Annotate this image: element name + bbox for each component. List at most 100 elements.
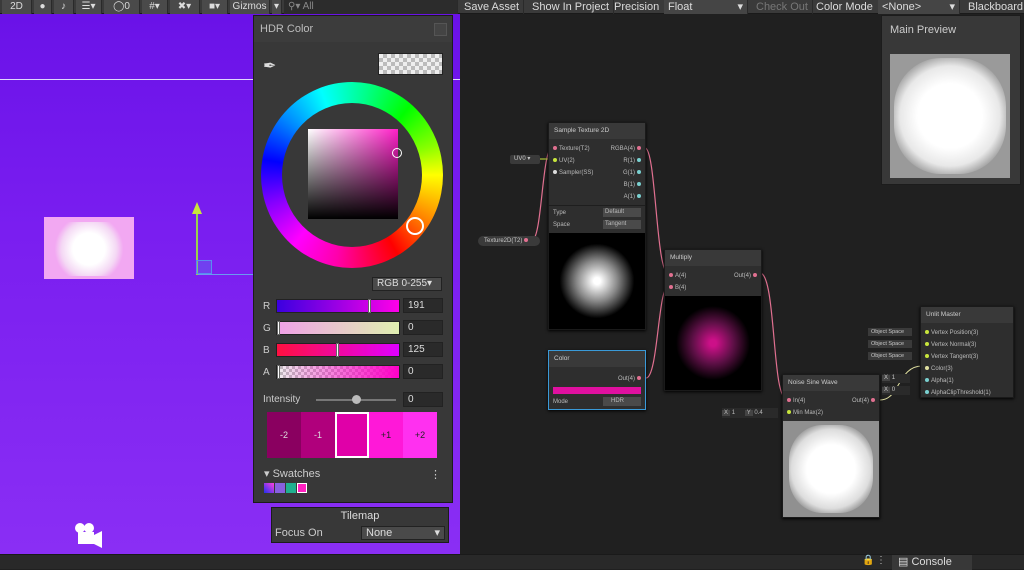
b-slider[interactable] bbox=[276, 343, 400, 357]
swatches-foldout[interactable]: ▾ Swatches bbox=[264, 467, 320, 480]
texture-input-port[interactable]: Texture(T2) bbox=[551, 145, 590, 153]
type-dropdown[interactable]: Default bbox=[603, 208, 641, 217]
eyedropper-icon[interactable]: ✒ bbox=[263, 56, 276, 76]
slider-handle[interactable] bbox=[336, 343, 339, 357]
console-tab[interactable]: ▤ Console bbox=[892, 555, 972, 570]
swatch-item[interactable] bbox=[275, 483, 285, 493]
a-slider[interactable] bbox=[276, 365, 400, 379]
sample-texture-2d-node[interactable]: Sample Texture 2D Texture(T2) UV(2) Samp… bbox=[548, 122, 646, 330]
show-in-project-button[interactable]: Show In Project bbox=[528, 0, 615, 14]
slider-handle[interactable] bbox=[277, 321, 280, 335]
gizmo-plane-handle[interactable] bbox=[196, 260, 212, 274]
search-placeholder: All bbox=[302, 1, 314, 12]
in-input-port[interactable]: In(4) bbox=[785, 397, 805, 405]
camera-dropdown-icon[interactable]: ■▾ bbox=[202, 0, 228, 14]
lock-icon[interactable]: 🔒 bbox=[862, 555, 874, 566]
gizmos-dropdown[interactable]: Gizmos bbox=[230, 0, 270, 14]
audio-toggle-icon[interactable]: ♪ bbox=[54, 0, 74, 14]
multiply-node[interactable]: Multiply A(4) B(4) Out(4) bbox=[664, 249, 762, 391]
b-input-port[interactable]: B(4) bbox=[667, 284, 686, 292]
g-value-field[interactable]: 0 bbox=[403, 320, 443, 335]
effects-dropdown-icon[interactable]: ☰▾ bbox=[76, 0, 102, 14]
alpha-input-port[interactable]: Alpha(1) bbox=[923, 377, 954, 385]
window-title: HDR Color bbox=[254, 16, 452, 42]
vertex-normal-port[interactable]: Vertex Normal(3) bbox=[923, 341, 976, 349]
alpha-value-field[interactable]: X 1 bbox=[882, 374, 910, 383]
a-output-port[interactable]: A(1) bbox=[624, 193, 643, 201]
b-output-port[interactable]: B(1) bbox=[624, 181, 643, 189]
alpha-clip-port[interactable]: AlphaClipThreshold(1) bbox=[923, 389, 991, 397]
intensity-step-minus2[interactable]: -2 bbox=[267, 412, 301, 458]
add-swatch-button[interactable] bbox=[297, 483, 307, 493]
swatch-item[interactable] bbox=[264, 483, 274, 493]
more-options-icon[interactable]: ⋮ bbox=[430, 468, 441, 481]
more-options-icon[interactable]: ⋮ bbox=[876, 555, 886, 566]
slider-handle[interactable] bbox=[352, 395, 361, 404]
blackboard-button[interactable]: Blackboard bbox=[964, 0, 1024, 14]
g-slider[interactable] bbox=[276, 321, 400, 335]
uv-input-port[interactable]: UV(2) bbox=[551, 157, 575, 165]
save-asset-button[interactable]: Save Asset bbox=[460, 0, 525, 14]
2d-toggle-button[interactable]: 2D bbox=[2, 0, 32, 14]
space-dropdown[interactable]: Tangent bbox=[603, 220, 641, 229]
sv-picker-handle[interactable] bbox=[392, 148, 402, 158]
out-output-port[interactable]: Out(4) bbox=[852, 397, 877, 405]
texture2d-property-node[interactable]: Texture2D(T2) bbox=[478, 236, 540, 246]
out-output-port[interactable]: Out(4) bbox=[618, 375, 643, 383]
tools-dropdown-icon[interactable]: ✖▾ bbox=[170, 0, 200, 14]
gizmo-x-axis[interactable] bbox=[198, 274, 258, 275]
r-value-field[interactable]: 191 bbox=[403, 298, 443, 313]
hidden-objects-toggle[interactable]: ◯0 bbox=[104, 0, 140, 14]
g-output-port[interactable]: G(1) bbox=[623, 169, 643, 177]
a-value-field[interactable]: 0 bbox=[403, 364, 443, 379]
slider-handle[interactable] bbox=[368, 299, 371, 313]
vertex-tangent-port[interactable]: Vertex Tangent(3) bbox=[923, 353, 978, 361]
color-mode-dropdown[interactable]: RGB 0-255▾ bbox=[372, 277, 442, 291]
color-swatch[interactable] bbox=[553, 387, 641, 394]
minmax-field[interactable]: X 1 Y 0.4 bbox=[722, 408, 778, 418]
intensity-step-plus2[interactable]: +2 bbox=[403, 412, 437, 458]
camera-gizmo-icon[interactable] bbox=[72, 520, 104, 550]
lighting-toggle-icon[interactable]: ● bbox=[34, 0, 52, 14]
precision-value: Float bbox=[668, 1, 693, 13]
clip-value-field[interactable]: X 0 bbox=[882, 386, 910, 395]
b-value-field[interactable]: 125 bbox=[403, 342, 443, 357]
gizmo-y-arrow-icon[interactable] bbox=[192, 202, 202, 214]
main-preview-render[interactable] bbox=[890, 54, 1010, 178]
sampler-input-port[interactable]: Sampler(SS) bbox=[551, 169, 593, 177]
intensity-label: Intensity bbox=[263, 394, 301, 405]
swatch-item[interactable] bbox=[286, 483, 296, 493]
grid-toggle-icon[interactable]: #▾ bbox=[142, 0, 168, 14]
hue-picker-handle[interactable] bbox=[406, 217, 424, 235]
focus-on-dropdown[interactable]: None ▾ bbox=[361, 526, 445, 540]
noise-sine-wave-node[interactable]: Noise Sine Wave In(4) Min Max(2) Out(4) bbox=[782, 374, 880, 518]
slider-handle[interactable] bbox=[277, 365, 280, 379]
precision-dropdown[interactable]: Float ▾ bbox=[664, 0, 748, 14]
r-slider[interactable] bbox=[276, 299, 400, 313]
a-input-port[interactable]: A(4) bbox=[667, 272, 686, 280]
check-out-button[interactable]: Check Out bbox=[752, 0, 813, 14]
vertex-position-port[interactable]: Vertex Position(3) bbox=[923, 329, 978, 337]
color-node[interactable]: Color Out(4) Mode HDR bbox=[548, 350, 646, 410]
r-output-port[interactable]: R(1) bbox=[623, 157, 643, 165]
intensity-slider[interactable] bbox=[316, 395, 396, 404]
rgba-output-port[interactable]: RGBA(4) bbox=[611, 145, 643, 153]
intensity-step-minus1[interactable]: -1 bbox=[301, 412, 335, 458]
unlit-master-node[interactable]: Unlit Master Vertex Position(3) Vertex N… bbox=[920, 306, 1014, 398]
scene-toolbar: 2D ● ♪ ☰▾ ◯0 #▾ ✖▾ ■▾ Gizmos ▾ ⚲▾ All bbox=[0, 0, 460, 14]
out-output-port[interactable]: Out(4) bbox=[734, 272, 759, 280]
gizmos-arrow-icon[interactable]: ▾ bbox=[272, 0, 282, 14]
intensity-value-field[interactable]: 0 bbox=[403, 392, 443, 407]
scene-search-input[interactable]: ⚲▾ All bbox=[284, 0, 458, 14]
minmax-input-port[interactable]: Min Max(2) bbox=[785, 409, 823, 417]
node-preview bbox=[549, 233, 645, 329]
color-mode-dropdown[interactable]: <None> ▾ bbox=[878, 0, 960, 14]
intensity-step-plus1[interactable]: +1 bbox=[369, 412, 403, 458]
uv-channel-field[interactable]: UV0 ▾ bbox=[510, 155, 540, 164]
color-input-port[interactable]: Color(3) bbox=[923, 365, 953, 373]
saturation-value-square[interactable] bbox=[308, 129, 398, 219]
close-icon[interactable] bbox=[434, 23, 447, 36]
mode-dropdown[interactable]: HDR bbox=[603, 397, 641, 406]
intensity-step-current[interactable] bbox=[335, 412, 369, 458]
port-label: Vertex Position(3) bbox=[931, 330, 979, 336]
